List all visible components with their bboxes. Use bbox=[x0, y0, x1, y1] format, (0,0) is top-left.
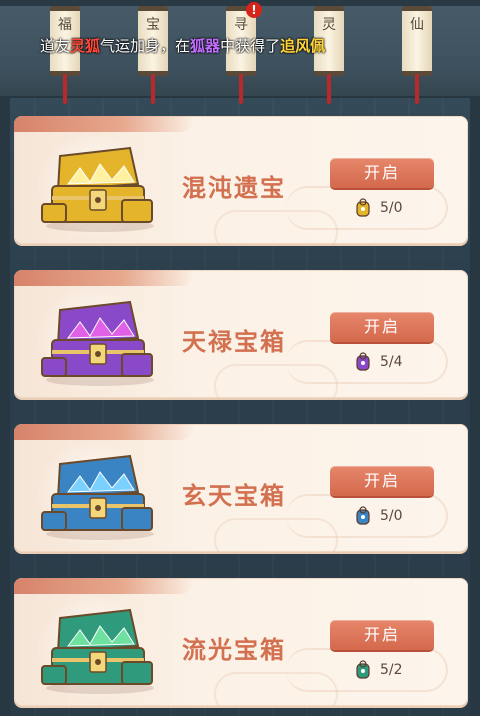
lantern-5[interactable]: 仙 bbox=[402, 6, 432, 76]
marquee-middle2: 中获得了 bbox=[220, 37, 281, 55]
announcement-marquee: 道友灵狐气运加身，在狐器中获得了追风佩 bbox=[40, 34, 325, 58]
marquee-prefix: 道友 bbox=[40, 37, 71, 55]
lantern-tassel bbox=[151, 74, 155, 104]
open-button[interactable]: 开启 bbox=[330, 158, 434, 188]
chest-title: 流光宝箱 bbox=[182, 635, 286, 664]
lantern-label: 灵 bbox=[322, 17, 336, 33]
chest-icon[interactable] bbox=[38, 600, 158, 696]
key-icon bbox=[356, 198, 370, 217]
marquee-item: 追风佩 bbox=[280, 37, 326, 55]
lantern-tassel bbox=[239, 74, 243, 104]
lantern-tassel bbox=[63, 74, 67, 104]
chest-card-1: 混沌遗宝 开启 5/0 bbox=[14, 116, 468, 244]
lantern-label: 福 bbox=[58, 17, 72, 33]
marquee-source: 狐器 bbox=[190, 37, 221, 55]
chest-card-3: 玄天宝箱 开启 5/0 bbox=[14, 424, 468, 552]
chest-card-2: 天禄宝箱 开启 5/4 bbox=[14, 270, 468, 398]
cloud-pattern bbox=[214, 364, 338, 398]
card-tab bbox=[14, 578, 194, 594]
chest-title: 天禄宝箱 bbox=[182, 327, 286, 356]
chest-icon[interactable] bbox=[38, 292, 158, 388]
chest-title: 玄天宝箱 bbox=[182, 481, 286, 510]
card-tab bbox=[14, 270, 194, 286]
lantern-tassel bbox=[327, 74, 331, 104]
cloud-pattern bbox=[214, 518, 338, 552]
cloud-pattern bbox=[214, 210, 338, 244]
chest-icon[interactable] bbox=[38, 446, 158, 542]
card-tab bbox=[14, 424, 194, 440]
chest-title: 混沌遗宝 bbox=[182, 173, 286, 202]
lantern-label: 宝 bbox=[146, 17, 160, 33]
key-icon bbox=[356, 506, 370, 525]
lantern-label: 寻 bbox=[234, 17, 248, 33]
notice-badge: ! bbox=[246, 2, 262, 18]
lantern-tassel bbox=[415, 74, 419, 104]
marquee-middle: 气运加身，在 bbox=[100, 37, 191, 55]
chest-card-4: 流光宝箱 开启 5/2 bbox=[14, 578, 468, 706]
key-count: 5/0 bbox=[380, 200, 403, 216]
key-icon bbox=[356, 660, 370, 679]
chest-icon[interactable] bbox=[38, 138, 158, 234]
key-icon bbox=[356, 352, 370, 371]
open-button[interactable]: 开启 bbox=[330, 312, 434, 342]
key-count: 5/2 bbox=[380, 662, 403, 678]
key-count: 5/0 bbox=[380, 508, 403, 524]
left-frame bbox=[0, 96, 10, 716]
top-lantern-bar: 福 宝 寻 ! 灵 仙 道友灵狐气运加身，在狐器中获得了追风佩 bbox=[0, 0, 480, 104]
right-frame bbox=[470, 96, 480, 716]
lantern-label: 仙 bbox=[410, 17, 424, 33]
open-button[interactable]: 开启 bbox=[330, 466, 434, 496]
marquee-player-name: 灵狐 bbox=[70, 37, 101, 55]
cloud-pattern bbox=[214, 672, 338, 706]
card-tab bbox=[14, 116, 194, 132]
open-button[interactable]: 开启 bbox=[330, 620, 434, 650]
key-count: 5/4 bbox=[380, 354, 403, 370]
